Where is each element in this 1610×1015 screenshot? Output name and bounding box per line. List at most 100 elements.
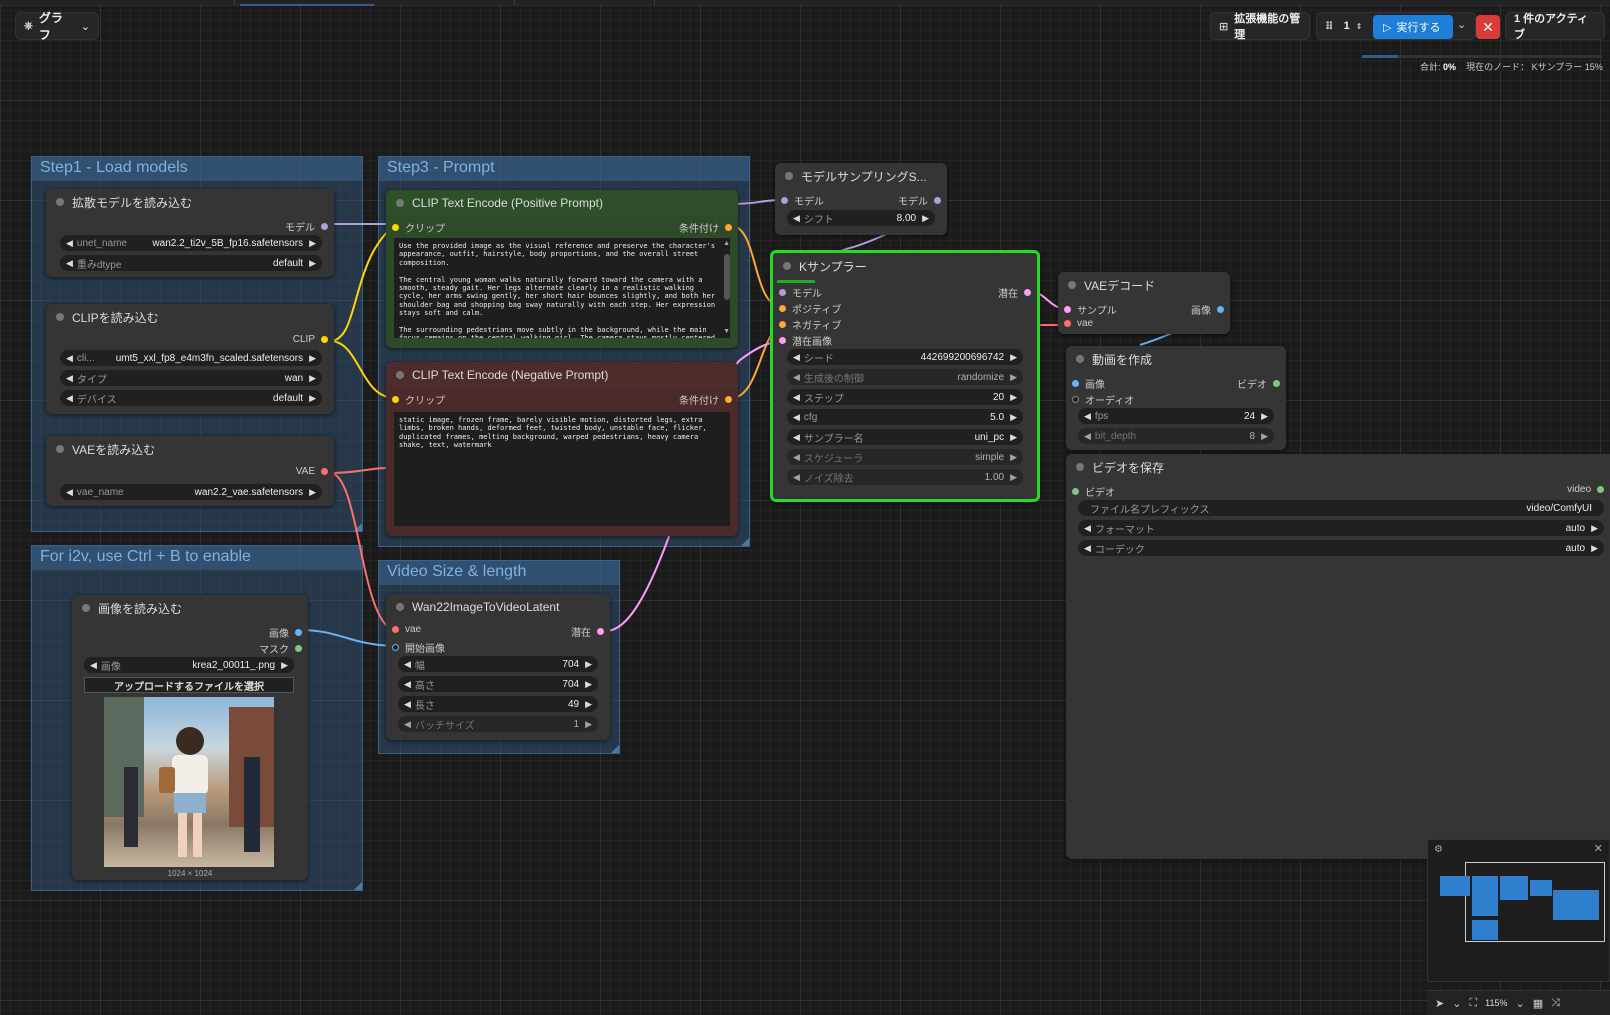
input-socket-model[interactable] [781,197,788,204]
arrow-left-icon[interactable]: ◀ [66,373,73,384]
widget-clip-type[interactable]: ◀ タイプ wan ▶ [60,370,322,386]
node-load-vae[interactable]: VAEを読み込む VAE ◀ vae_name wan2.2_vae.safeten… [46,436,334,506]
scroll-down-icon[interactable]: ▼ [723,328,730,335]
arrow-left-icon[interactable]: ◀ [66,353,73,364]
input-socket-latent-image[interactable] [779,337,786,344]
node-wan22-image-to-video-latent[interactable]: Wan22ImageToVideoLatent vae 潜在 開始画像 ◀ 幅 70… [386,594,610,740]
input-socket-samples[interactable] [1064,306,1071,313]
arrow-left-icon[interactable]: ◀ [404,719,411,730]
arrow-left-icon[interactable]: ◀ [404,699,411,710]
output-socket-conditioning[interactable] [725,396,732,403]
arrow-right-icon[interactable]: ▶ [1010,352,1017,363]
arrow-left-icon[interactable]: ◀ [404,679,411,690]
widget-batch-size[interactable]: ◀ バッチサイズ 1 ▶ [398,716,598,732]
widget-clip-name[interactable]: ◀ cli... umt5_xxl_fp8_e4m3fn_scaled.safete… [60,350,322,366]
arrow-right-icon[interactable]: ▶ [309,353,316,364]
node-collapse-dot[interactable] [783,262,791,270]
widget-image-file[interactable]: ◀ 画像 krea2_00011_.png ▶ [84,657,294,673]
node-collapse-dot[interactable] [396,199,404,207]
arrow-left-icon[interactable]: ◀ [1084,411,1091,422]
arrow-right-icon[interactable]: ▶ [1010,392,1017,403]
arrow-left-icon[interactable]: ◀ [1084,523,1091,534]
textarea-scrollbar[interactable] [724,254,730,300]
node-collapse-dot[interactable] [56,313,64,321]
output-socket-video[interactable] [1273,380,1280,387]
output-socket-mask[interactable] [295,645,302,652]
node-collapse-dot[interactable] [1068,281,1076,289]
node-load-image[interactable]: 画像を読み込む 画像 マスク ◀ 画像 krea2_00011_.png ▶ アップロ… [72,595,308,880]
output-socket-video[interactable] [1597,486,1604,493]
widget-width[interactable]: ◀ 幅 704 ▶ [398,656,598,672]
node-ksampler[interactable]: Kサンプラー モデル 潜在 ポジティブ ネガティブ 潜在画像 ◀ シード 44269… [770,250,1040,502]
arrow-left-icon[interactable]: ◀ [793,372,800,383]
arrow-left-icon[interactable]: ◀ [1084,431,1091,442]
arrow-left-icon[interactable]: ◀ [90,660,97,671]
widget-fps[interactable]: ◀ fps 24 ▶ [1078,408,1274,424]
negative-prompt-textarea[interactable]: static image, frozen frame, barely visib… [394,412,730,526]
widget-length[interactable]: ◀ 長さ 49 ▶ [398,696,598,712]
input-socket-clip[interactable] [392,396,399,403]
node-model-sampling[interactable]: モデルサンプリングS... モデル モデル ◀ シフト 8.00 ▶ [775,163,947,235]
zoom-level[interactable]: 115% [1485,998,1507,1008]
arrow-left-icon[interactable]: ◀ [66,238,73,249]
arrow-right-icon[interactable]: ▶ [1010,472,1017,483]
node-title[interactable]: CLIP Text Encode (Positive Prompt) [386,190,738,216]
node-title[interactable]: Wan22ImageToVideoLatent [386,594,610,620]
arrow-right-icon[interactable]: ▶ [281,660,288,671]
arrow-right-icon[interactable]: ▶ [585,699,592,710]
input-socket-image[interactable] [1072,380,1079,387]
node-title[interactable]: Kサンプラー [773,253,1037,279]
output-socket-latent[interactable] [597,628,604,635]
node-collapse-dot[interactable] [396,603,404,611]
minimap-settings-icon[interactable]: ⚙ [1434,844,1443,855]
chevron-down-icon[interactable]: ⌄ [1516,997,1525,1010]
output-socket-model[interactable] [321,223,328,230]
output-socket-image[interactable] [295,629,302,636]
widget-denoise[interactable]: ◀ ノイズ除去 1.00 ▶ [787,469,1023,485]
arrow-left-icon[interactable]: ◀ [793,452,800,463]
node-load-clip[interactable]: CLIPを読み込む CLIP ◀ cli... umt5_xxl_fp8_e4m3f… [46,304,334,414]
node-load-diffusion-model[interactable]: 拡散モデルを読み込む モデル ◀ unet_name wan2.2_ti2v_5B_… [46,189,334,277]
node-title[interactable]: 動画を作成 [1066,346,1286,372]
widget-height[interactable]: ◀ 高さ 704 ▶ [398,676,598,692]
widget-sampler-name[interactable]: ◀ サンプラー名 uni_pc ▶ [787,429,1023,445]
minimap-toggle-icon[interactable]: ▦ [1533,997,1543,1010]
node-collapse-dot[interactable] [785,172,793,180]
widget-unet-name[interactable]: ◀ unet_name wan2.2_ti2v_5B_fp16.safetensor… [60,235,322,251]
widget-steps[interactable]: ◀ ステップ 20 ▶ [787,389,1023,405]
node-collapse-dot[interactable] [56,445,64,453]
node-title[interactable]: VAEを読み込む [46,436,334,462]
arrow-right-icon[interactable]: ▶ [1591,543,1598,554]
node-title[interactable]: CLIP Text Encode (Negative Prompt) [386,362,738,388]
widget-clip-device[interactable]: ◀ デバイス default ▶ [60,390,322,406]
arrow-left-icon[interactable]: ◀ [793,472,800,483]
widget-bit-depth[interactable]: ◀ bit_depth 8 ▶ [1078,428,1274,444]
widget-cfg[interactable]: ◀ cfg 5.0 ▶ [787,409,1023,425]
widget-shift[interactable]: ◀ シフト 8.00 ▶ [787,210,935,226]
arrow-left-icon[interactable]: ◀ [793,432,800,443]
node-vae-decode[interactable]: VAEデコード サンプル 画像 vae [1058,272,1230,334]
node-title[interactable]: ビデオを保存 [1066,454,1610,480]
chevron-down-icon[interactable]: ⌄ [1452,997,1461,1010]
close-icon[interactable]: ✕ [1594,842,1603,855]
output-socket-clip[interactable] [321,336,328,343]
arrow-left-icon[interactable]: ◀ [793,412,800,423]
node-positive-prompt[interactable]: CLIP Text Encode (Positive Prompt) クリップ … [386,190,738,348]
input-socket-audio[interactable] [1072,396,1079,403]
input-socket-model[interactable] [779,289,786,296]
arrow-right-icon[interactable]: ▶ [1261,411,1268,422]
output-socket-image[interactable] [1217,306,1224,313]
input-socket-positive[interactable] [779,305,786,312]
arrow-right-icon[interactable]: ▶ [309,373,316,384]
input-socket-vae[interactable] [392,626,399,633]
arrow-right-icon[interactable]: ▶ [309,487,316,498]
input-socket-vae[interactable] [1064,320,1071,327]
node-negative-prompt[interactable]: CLIP Text Encode (Negative Prompt) クリップ … [386,362,738,536]
node-collapse-dot[interactable] [396,371,404,379]
minimap-panel[interactable]: ⚙ ✕ [1427,839,1610,982]
arrow-left-icon[interactable]: ◀ [404,659,411,670]
node-collapse-dot[interactable] [56,198,64,206]
arrow-left-icon[interactable]: ◀ [66,393,73,404]
scroll-up-icon[interactable]: ▲ [723,240,730,247]
widget-scheduler[interactable]: ◀ スケジューラ simple ▶ [787,449,1023,465]
